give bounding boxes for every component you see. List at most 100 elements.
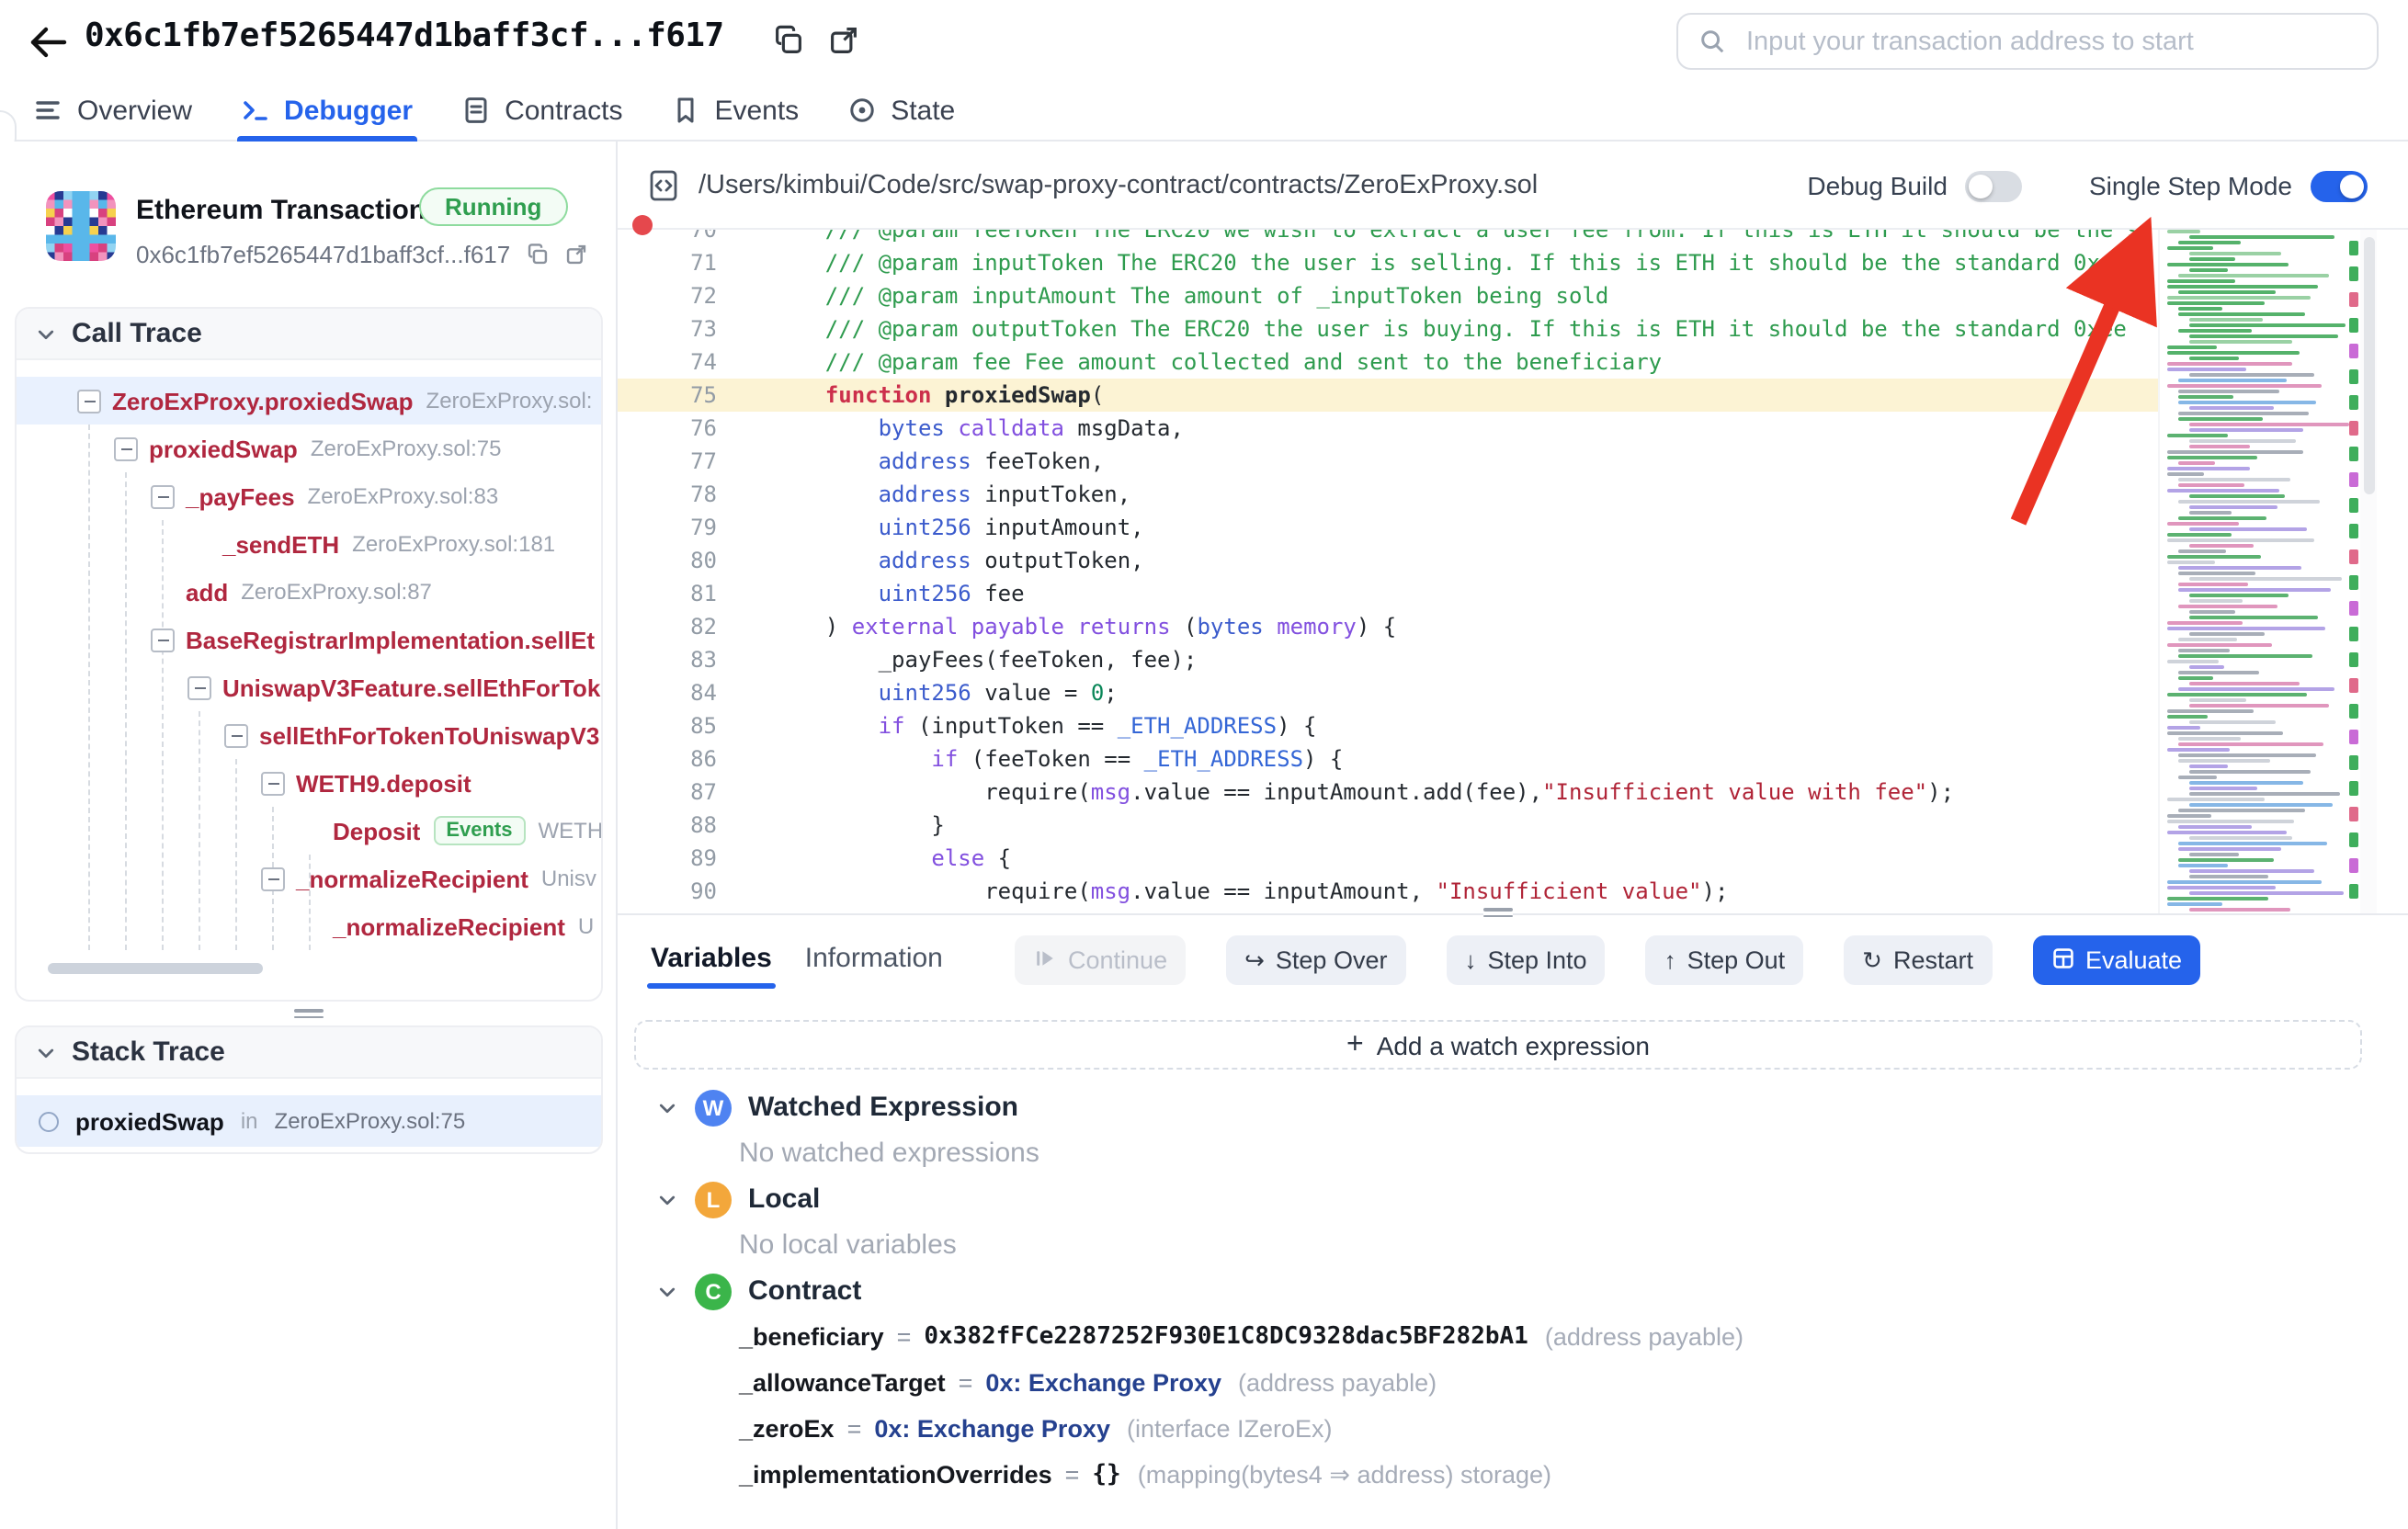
call-trace-item[interactable]: BaseRegistrarImplementation.sellEt [17, 616, 601, 663]
code-line-84[interactable]: 84 uint256 value = 0; [618, 676, 2158, 709]
section-header-local[interactable]: LLocal [647, 1176, 2371, 1222]
call-trace-item[interactable]: _payFeesZeroExProxy.sol:83 [17, 472, 601, 520]
step-over-button[interactable]: ↪Step Over [1226, 935, 1405, 985]
line-number[interactable]: 86 [618, 742, 717, 776]
variable-row[interactable]: _beneficiary=0x382fFCe2287252F930E1C8DC9… [647, 1314, 2371, 1360]
code-line-86[interactable]: 86 if (feeToken == _ETH_ADDRESS) { [618, 742, 2158, 776]
code-line-80[interactable]: 80 address outputToken, [618, 544, 2158, 577]
collapse-toggle-icon[interactable] [261, 771, 285, 795]
line-number[interactable]: 81 [618, 577, 717, 610]
evaluate-button[interactable]: Evaluate [2032, 935, 2200, 985]
line-number[interactable]: 72 [618, 279, 717, 312]
panel-resize-handle[interactable] [1483, 904, 1513, 923]
debug-build-toggle[interactable] [1966, 170, 2023, 201]
call-trace-header[interactable]: Call Trace [17, 309, 601, 360]
code-line-76[interactable]: 76 bytes calldata msgData, [618, 412, 2158, 445]
line-number[interactable]: 80 [618, 544, 717, 577]
line-number[interactable]: 82 [618, 610, 717, 643]
collapse-toggle-icon[interactable] [114, 436, 138, 460]
call-trace-item[interactable]: DepositEventsWETH [17, 807, 601, 855]
code-line-83[interactable]: 83 _payFees(feeToken, fee); [618, 643, 2158, 676]
section-header-contract[interactable]: CContract [647, 1268, 2371, 1314]
line-number[interactable]: 70 [618, 230, 717, 246]
tab-state[interactable]: State [846, 80, 955, 141]
external-link-icon[interactable] [563, 243, 587, 266]
step-out-button[interactable]: ↑Step Out [1646, 935, 1804, 985]
call-trace-item[interactable]: UniswapV3Feature.sellEthForTok [17, 663, 601, 711]
code-line-77[interactable]: 77 address feeToken, [618, 445, 2158, 478]
search-box[interactable] [1676, 13, 2379, 70]
line-number[interactable]: 88 [618, 809, 717, 842]
section-header-watched-expression[interactable]: WWatched Expression [647, 1084, 2371, 1130]
code-line-74[interactable]: 74 /// @param fee Fee amount collected a… [618, 345, 2158, 379]
call-trace-item[interactable]: addZeroExProxy.sol:87 [17, 568, 601, 616]
code-line-89[interactable]: 89 else { [618, 842, 2158, 875]
code-line-87[interactable]: 87 require(msg.value == inputAmount.add(… [618, 776, 2158, 809]
line-number[interactable]: 89 [618, 842, 717, 875]
variable-row[interactable]: _allowanceTarget=0x: Exchange Proxy(addr… [647, 1360, 2371, 1406]
code-line-71[interactable]: 71 /// @param inputToken The ERC20 the u… [618, 246, 2158, 279]
collapse-toggle-icon[interactable] [77, 389, 101, 413]
variable-value[interactable]: 0x: Exchange Proxy [985, 1369, 1221, 1397]
tab-overview[interactable]: Overview [33, 80, 192, 141]
code-editor[interactable]: 70 /// @param feeToken The ERC20 we wish… [618, 230, 2158, 913]
horizontal-scrollbar[interactable] [48, 963, 263, 974]
call-trace-item[interactable]: _sendETHZeroExProxy.sol:181 [17, 520, 601, 568]
editor-minimap[interactable] [2158, 230, 2360, 913]
stack-trace-row[interactable]: proxiedSwapinZeroExProxy.sol:75 [17, 1095, 601, 1147]
code-line-81[interactable]: 81 uint256 fee [618, 577, 2158, 610]
variable-value[interactable]: 0x: Exchange Proxy [874, 1415, 1110, 1443]
line-number[interactable]: 78 [618, 478, 717, 511]
single-step-mode-toggle[interactable] [2311, 170, 2368, 201]
line-number[interactable]: 77 [618, 445, 717, 478]
code-line-73[interactable]: 73 /// @param outputToken The ERC20 the … [618, 312, 2158, 345]
call-trace-item[interactable]: ZeroExProxy.proxiedSwapZeroExProxy.sol: [17, 377, 601, 425]
code-line-85[interactable]: 85 if (inputToken == _ETH_ADDRESS) { [618, 709, 2158, 742]
tab-debugger[interactable]: Debugger [240, 80, 413, 141]
variable-row[interactable]: _implementationOverrides={}(mapping(byte… [647, 1452, 2371, 1498]
code-line-82[interactable]: 82 ) external payable returns (bytes mem… [618, 610, 2158, 643]
add-watch-expression-button[interactable]: + Add a watch expression [634, 1020, 2362, 1070]
scrollbar-thumb[interactable] [2363, 237, 2374, 494]
copy-icon[interactable] [525, 243, 549, 266]
code-line-70[interactable]: 70 /// @param feeToken The ERC20 we wish… [618, 230, 2158, 246]
collapse-toggle-icon[interactable] [151, 484, 175, 508]
stack-trace-header[interactable]: Stack Trace [17, 1027, 601, 1079]
tab-events[interactable]: Events [670, 80, 799, 141]
panel-resize-handle[interactable] [294, 1005, 324, 1020]
call-trace-item[interactable]: sellEthForTokenToUniswapV3 [17, 711, 601, 759]
line-number[interactable]: 71 [618, 246, 717, 279]
line-number[interactable]: 85 [618, 709, 717, 742]
line-number[interactable]: 79 [618, 511, 717, 544]
search-input[interactable] [1743, 25, 2377, 58]
tab-variables[interactable]: Variables [647, 935, 776, 992]
line-number[interactable]: 74 [618, 345, 717, 379]
line-number[interactable]: 90 [618, 875, 717, 908]
restart-button[interactable]: ↻Restart [1844, 935, 1992, 985]
collapse-toggle-icon[interactable] [261, 866, 285, 890]
line-number[interactable]: 87 [618, 776, 717, 809]
vertical-scrollbar[interactable] [2360, 230, 2377, 913]
copy-icon[interactable] [772, 24, 805, 57]
line-number[interactable]: 73 [618, 312, 717, 345]
collapse-toggle-icon[interactable] [151, 628, 175, 651]
collapse-toggle-icon[interactable] [224, 723, 248, 747]
line-number[interactable]: 75 [618, 379, 717, 412]
variable-row[interactable]: _zeroEx=0x: Exchange Proxy(interface IZe… [647, 1406, 2371, 1452]
call-trace-item[interactable]: WETH9.deposit [17, 759, 601, 807]
code-line-72[interactable]: 72 /// @param inputAmount The amount of … [618, 279, 2158, 312]
step-into-button[interactable]: ↓Step Into [1446, 935, 1605, 985]
tab-information[interactable]: Information [801, 935, 947, 992]
back-button[interactable] [26, 20, 70, 64]
call-trace-item[interactable]: proxiedSwapZeroExProxy.sol:75 [17, 425, 601, 472]
call-trace-item[interactable]: _normalizeRecipientU [17, 902, 601, 950]
code-line-88[interactable]: 88 } [618, 809, 2158, 842]
line-number[interactable]: 83 [618, 643, 717, 676]
code-line-78[interactable]: 78 address inputToken, [618, 478, 2158, 511]
code-line-75[interactable]: 75 function proxiedSwap( [618, 379, 2158, 412]
line-number[interactable]: 76 [618, 412, 717, 445]
external-link-icon[interactable] [827, 24, 860, 57]
breakpoint-icon[interactable] [632, 215, 653, 235]
line-number[interactable]: 84 [618, 676, 717, 709]
code-line-79[interactable]: 79 uint256 inputAmount, [618, 511, 2158, 544]
